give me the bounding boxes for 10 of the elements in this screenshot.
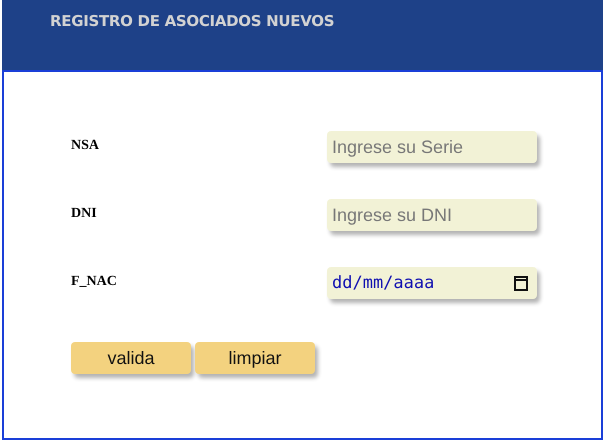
- field-label: F_NAC: [71, 274, 118, 290]
- header-title: REGISTRO DE ASOCIADOS NUEVOS: [50, 12, 334, 30]
- date-field[interactable]: dd/mm/aaaa: [327, 267, 537, 299]
- text-field[interactable]: Ingrese su Serie: [327, 131, 537, 163]
- form-button[interactable]: valida: [71, 342, 191, 374]
- form-button[interactable]: limpiar: [195, 342, 315, 374]
- calendar-icon[interactable]: [513, 275, 529, 291]
- field-label: NSA: [71, 138, 100, 154]
- field-label: DNI: [71, 206, 98, 222]
- text-field[interactable]: Ingrese su DNI: [327, 199, 537, 231]
